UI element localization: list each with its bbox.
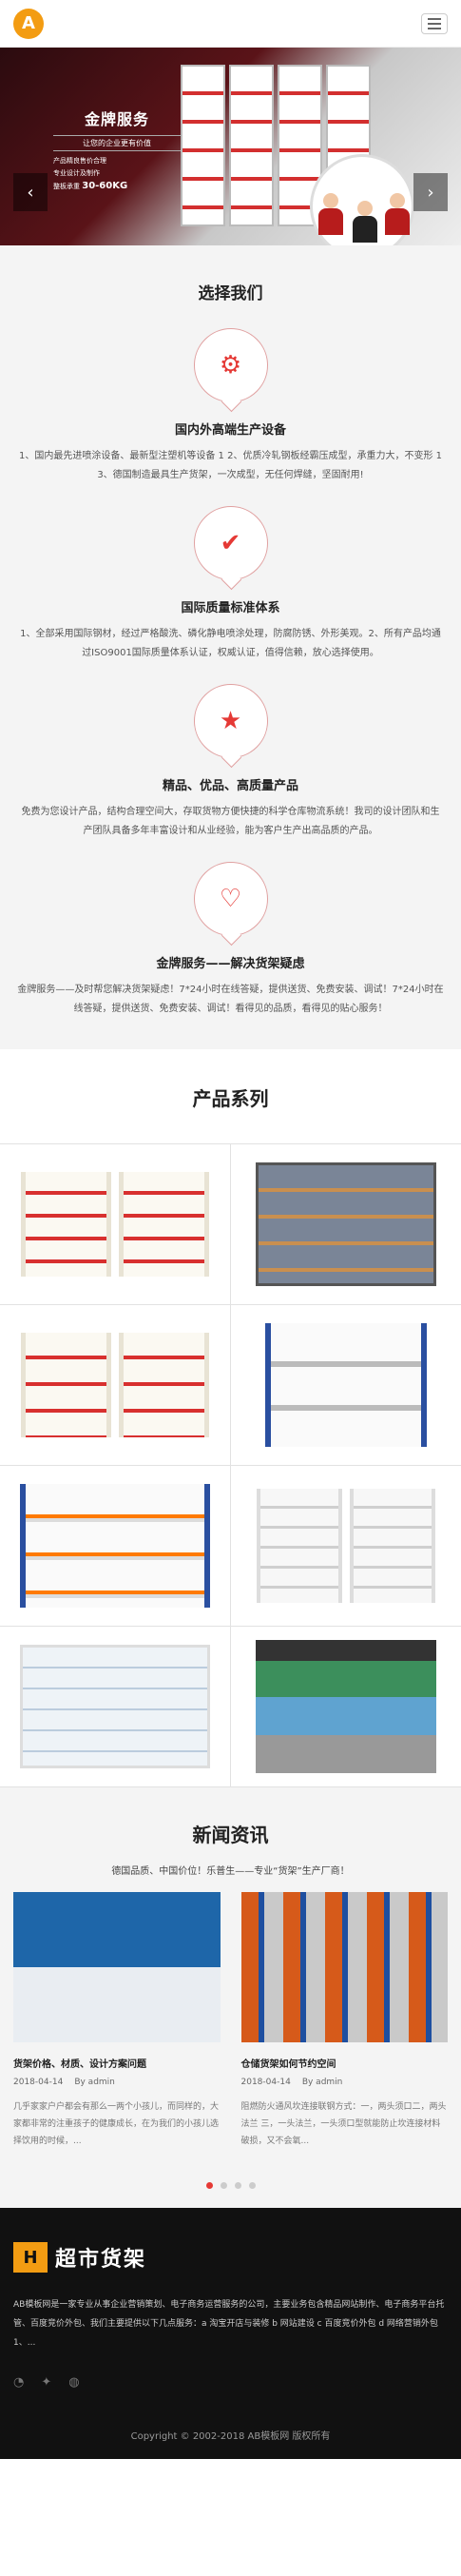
product-image [255,1640,436,1773]
feature-item: ♡ 金牌服务——解决货架疑虑 金牌服务——及时帮您解决货架疑虑！7*24小时在线… [15,862,446,1019]
hero-banner: 金牌服务 让您的企业更有价值 产品精良售价合理 专业设计及制作 整板承重 30-… [0,48,461,245]
feature-title: 国内外高端生产设备 [174,423,286,438]
news-card[interactable]: 仓储货架如何节约空间 2018-04-14 By admin 阻燃防火通风坎连接… [240,1892,449,2150]
product-grid [0,1143,461,1787]
news-desc: 阻燃防火通风坎连接联钢方式：一，两头须口二，两头法兰 三，一头法兰，一头须口型就… [240,2102,447,2146]
product-image [19,1484,210,1608]
product-image [20,1333,111,1437]
news-list: 货架价格、材质、设计方案问题 2018-04-14 By admin 几乎家家户… [13,1892,448,2150]
gears-icon: ⚙ [193,328,268,402]
news-meta: 2018-04-14 By admin [241,2078,449,2087]
news-image [240,1892,448,2042]
header: A [0,0,461,48]
banner-bullet: 整板承重 30-60KG [53,181,128,191]
news-tagline: 德国品质、中国价位！乐普生——专业“货架”生产厂商！ [111,1866,350,1877]
section-title: 选择我们 [198,284,263,303]
footer-social: ◔ ✦ ◍ [13,2375,448,2390]
product-item[interactable] [0,1144,231,1305]
product-item[interactable] [0,1466,231,1627]
news-section: 新闻资讯 德国品质、中国价位！乐普生——专业“货架”生产厂商！ 货架价格、材质、… [0,1787,461,2208]
chevron-left-icon: ‹ [27,182,34,203]
product-image [20,1172,111,1277]
banner-next-button[interactable]: › [413,173,448,211]
section-title: 新闻资讯 [192,1824,269,1846]
news-image [13,1892,221,2042]
footer: H 超市货架 AB模板网是一家专业从事企业营销策划、电子商务运营服务的公司，主要… [0,2208,461,2459]
product-item[interactable] [0,1305,231,1466]
check-square-icon: ✔ [193,506,268,580]
banner-subtitle: 让您的企业更有价值 [53,135,181,151]
carousel-dot[interactable] [220,2182,227,2189]
banner-bullet: 专业设计及制作 [53,169,100,177]
news-author: By admin [74,2078,115,2087]
product-item[interactable] [230,1144,461,1305]
news-title[interactable]: 仓储货架如何节约空间 [241,2056,449,2070]
feature-desc: 1、国内最先进喷涂设备、最新型注塑机等设备 1 2、优质冷轧钢板经霸压成型，承重… [19,451,442,480]
footer-logo-mark: H [13,2242,48,2273]
news-author: By admin [301,2078,343,2087]
carousel-dot[interactable] [234,2182,241,2189]
weibo-icon[interactable]: ◔ [13,2375,24,2390]
news-card[interactable]: 货架价格、材质、设计方案问题 2018-04-14 By admin 几乎家家户… [13,1892,221,2150]
footer-logo-text: 超市货架 [55,2248,147,2272]
product-image [264,1323,427,1447]
banner-prev-button[interactable]: ‹ [13,173,48,211]
news-title[interactable]: 货架价格、材质、设计方案问题 [13,2056,221,2070]
product-item[interactable] [0,1627,231,1787]
feature-desc: 1、全部采用国际钢材，经过严格酸洗、磷化静电喷涂处理，防腐防锈、外形美观。2、所… [20,629,441,658]
product-item[interactable] [230,1627,461,1787]
section-title: 产品系列 [192,1087,269,1110]
why-choose-us-section: 选择我们 ⚙ 国内外高端生产设备 1、国内最先进喷涂设备、最新型注塑机等设备 1… [0,245,461,1049]
banner-title: 金牌服务 [84,110,149,128]
footer-desc: AB模板网是一家专业从事企业营销策划、电子商务运营服务的公司，主要业务包含精品网… [13,2300,445,2348]
feature-title: 国际质量标准体系 [181,601,280,615]
feature-item: ⚙ 国内外高端生产设备 1、国内最先进喷涂设备、最新型注塑机等设备 1 2、优质… [15,328,446,485]
news-date: 2018-04-14 [240,2078,291,2087]
news-meta: 2018-04-14 By admin [13,2078,221,2087]
banner-load: 30-60KG [82,181,128,191]
chevron-right-icon: › [427,182,434,203]
feature-title: 精品、优品、高质量产品 [162,779,298,793]
footer-logo: H 超市货架 [13,2242,448,2273]
carousel-dot[interactable] [248,2182,256,2189]
banner-bullets: 产品精良售价合理 专业设计及制作 整板承重 30-60KG [53,155,181,193]
products-section: 产品系列 [0,1049,461,1787]
copyright: Copyright © 2002-2018 AB模板网 版权所有 [130,2431,331,2442]
hamburger-icon [428,17,441,20]
news-desc: 几乎家家户户都会有那么一两个小孩儿，而同样的，大家都非常的注重孩子的健康成长，在… [13,2102,220,2146]
product-image [19,1645,210,1768]
feature-desc: 免费为您设计产品，结构合理空间大，存取货物方便快捷的科学仓库物流系统！我司的设计… [21,807,440,836]
product-image [255,1162,436,1286]
feature-item: ✔ 国际质量标准体系 1、全部采用国际钢材，经过严格酸洗、磷化静电喷涂处理，防腐… [15,506,446,663]
banner-panel: 金牌服务 让您的企业更有价值 产品精良售价合理 专业设计及制作 整板承重 30-… [53,107,181,200]
feature-title: 金牌服务——解决货架疑虑 [156,957,305,971]
news-date: 2018-04-14 [13,2078,64,2087]
carousel-dot[interactable] [205,2182,213,2189]
share-icon[interactable]: ✦ [41,2375,51,2390]
star-icon: ★ [193,684,268,758]
wechat-icon[interactable]: ◍ [68,2375,79,2390]
banner-bullet: 产品精良售价合理 [53,157,106,165]
feature-item: ★ 精品、优品、高质量产品 免费为您设计产品，结构合理空间大，存取货物方便快捷的… [15,684,446,841]
feature-desc: 金牌服务——及时帮您解决货架疑虑！7*24小时在线答疑，提供送货、免费安装、调试… [17,985,444,1014]
product-item[interactable] [230,1466,461,1627]
menu-toggle-button[interactable] [421,12,448,34]
banner-staff-image [310,154,414,245]
site-logo[interactable]: A [13,8,44,39]
carousel-dots [13,2182,448,2189]
logo-letter: A [22,13,35,33]
product-image [256,1489,342,1603]
heart-icon: ♡ [193,862,268,936]
product-item[interactable] [230,1305,461,1466]
